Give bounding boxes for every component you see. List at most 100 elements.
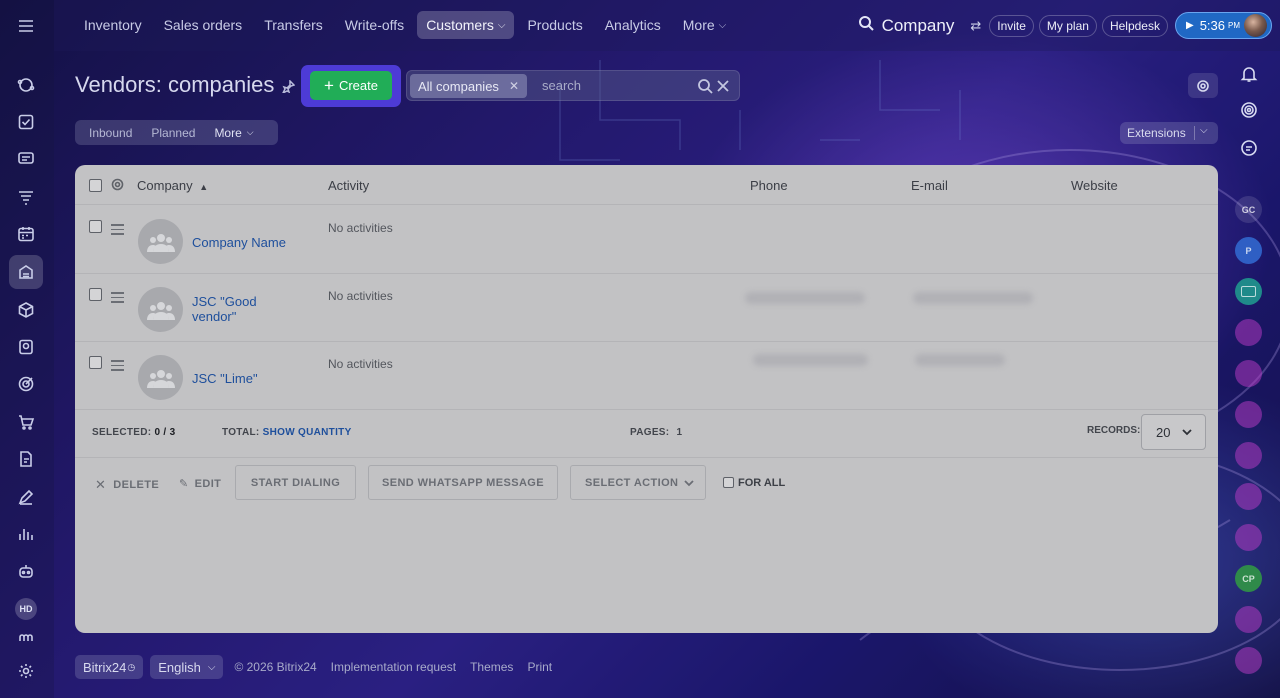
pin-icon[interactable] [281, 79, 296, 98]
row-checkbox[interactable] [89, 220, 102, 233]
sidebar-item-activity-stream[interactable] [9, 68, 43, 102]
nav-inventory[interactable]: Inventory [75, 11, 151, 39]
table-row[interactable]: JSC "Lime" No activities [75, 342, 1218, 410]
start-dialing-button[interactable]: START DIALING [235, 465, 356, 500]
records-label: RECORDS: [1087, 425, 1141, 436]
switch-icon[interactable]: ⇄ [970, 18, 981, 34]
right-avatar-4[interactable] [1235, 319, 1262, 346]
messenger-button[interactable] [1236, 135, 1262, 161]
notifications-button[interactable] [1236, 61, 1262, 87]
company-name-link[interactable]: Company Name [192, 235, 302, 250]
right-avatar-6[interactable] [1235, 401, 1262, 428]
chevron-down-icon: ⌵ [497, 19, 506, 31]
sidebar-item-inventory[interactable] [9, 255, 43, 289]
column-company[interactable]: Company ▲ [137, 178, 208, 193]
sidebar-item-crm-funnel[interactable] [9, 180, 43, 214]
implementation-request-link[interactable]: Implementation request [331, 660, 456, 674]
sidebar-item-sites[interactable] [9, 330, 43, 364]
chevron-down-icon: ⌵ [246, 127, 254, 137]
hd-badge: HD [15, 598, 37, 620]
tab-planned[interactable]: Planned [151, 126, 195, 140]
column-website[interactable]: Website [1071, 178, 1118, 193]
sidebar-item-shop[interactable] [9, 405, 43, 439]
right-avatar-11[interactable] [1235, 647, 1262, 674]
copilot-button[interactable] [1236, 97, 1262, 123]
edit-button[interactable]: ✎ EDIT [179, 477, 221, 491]
delete-button[interactable]: ✕ DELETE [95, 477, 159, 493]
activity-status: No activities [328, 221, 393, 235]
nav-analytics[interactable]: Analytics [596, 11, 670, 39]
sidebar-item-helpdesk[interactable]: HD [9, 592, 43, 626]
clear-icon[interactable] [715, 78, 731, 99]
nav-sales-orders[interactable]: Sales orders [155, 11, 252, 39]
drag-handle-icon[interactable] [111, 224, 124, 238]
right-avatar-cp[interactable]: CP [1235, 565, 1262, 592]
invite-button[interactable]: Invite [989, 14, 1034, 37]
select-action-dropdown[interactable]: SELECT ACTION [570, 465, 706, 500]
filter-tag-all-companies[interactable]: All companies ✕ [410, 74, 527, 98]
column-phone[interactable]: Phone [750, 178, 788, 193]
table-row[interactable]: JSC "Good vendor" No activities [75, 274, 1218, 342]
nav-more[interactable]: More ⌵ [674, 11, 736, 39]
nav-products[interactable]: Products [518, 11, 591, 39]
worktime-button[interactable]: ▶ 5:36 PM [1174, 12, 1272, 39]
themes-link[interactable]: Themes [470, 660, 513, 674]
select-all-checkbox[interactable] [89, 179, 102, 192]
sidebar-item-documents[interactable] [9, 442, 43, 476]
send-whatsapp-button[interactable]: SEND WHATSAPP MESSAGE [368, 465, 558, 500]
column-email[interactable]: E-mail [911, 178, 948, 193]
bitrix24-button[interactable]: Bitrix24 ◷ [75, 655, 144, 679]
nav-transfers[interactable]: Transfers [255, 11, 332, 39]
helpdesk-button[interactable]: Helpdesk [1101, 14, 1168, 37]
sidebar-item-calendar[interactable] [9, 217, 43, 251]
sidebar-item-analytics[interactable] [9, 517, 43, 551]
company-name-link[interactable]: JSC "Lime" [192, 371, 302, 386]
print-link[interactable]: Print [527, 660, 552, 674]
avatar[interactable] [1244, 14, 1267, 37]
robot-icon [19, 565, 33, 578]
right-avatar-7[interactable] [1235, 442, 1262, 469]
search-icon[interactable] [697, 78, 713, 99]
right-avatar-5[interactable] [1235, 360, 1262, 387]
right-avatar-3[interactable] [1235, 278, 1262, 305]
show-quantity-link[interactable]: SHOW QUANTITY [263, 427, 352, 438]
my-plan-button[interactable]: My plan [1038, 14, 1097, 37]
document-edit-icon [20, 451, 32, 467]
sidebar-settings-button[interactable] [9, 654, 43, 688]
drag-handle-icon[interactable] [111, 292, 124, 306]
table-row[interactable]: Company Name No activities [75, 206, 1218, 274]
right-avatar-2[interactable]: P [1235, 237, 1262, 264]
nav-write-offs[interactable]: Write-offs [336, 11, 413, 39]
language-select[interactable]: English ⌵ [150, 655, 224, 679]
row-checkbox[interactable] [89, 356, 102, 369]
sidebar-item-tasks[interactable] [9, 105, 43, 139]
sidebar-item-products[interactable] [9, 293, 43, 327]
gear-icon[interactable] [111, 178, 124, 196]
right-avatar-10[interactable] [1235, 606, 1262, 633]
for-all-checkbox[interactable] [723, 477, 734, 488]
sidebar-item-chat[interactable] [9, 142, 43, 176]
sidebar-item-sign[interactable] [9, 480, 43, 514]
tab-more[interactable]: More ⌵ [214, 126, 253, 140]
right-avatar-8[interactable] [1235, 483, 1262, 510]
page-settings-button[interactable] [1188, 73, 1218, 98]
sidebar-item-more[interactable] [9, 630, 43, 646]
sidebar-item-copilot[interactable] [9, 554, 43, 588]
right-avatar-9[interactable] [1235, 524, 1262, 551]
menu-toggle-button[interactable] [9, 9, 43, 43]
search-icon[interactable] [858, 15, 874, 36]
drag-handle-icon[interactable] [111, 360, 124, 374]
nav-customers[interactable]: Customers ⌵ [417, 11, 515, 39]
close-icon[interactable]: ✕ [509, 79, 519, 93]
chevron-down-icon[interactable]: ⌵ [1200, 125, 1208, 136]
company-name-link[interactable]: JSC "Good vendor" [192, 294, 272, 324]
sidebar-item-marketing[interactable] [9, 367, 43, 401]
row-checkbox[interactable] [89, 288, 102, 301]
spiral-icon [1241, 102, 1257, 118]
search-input[interactable] [542, 78, 682, 93]
right-avatar-1[interactable]: GC [1235, 196, 1262, 223]
tab-inbound[interactable]: Inbound [89, 126, 132, 140]
create-button[interactable]: + Create [310, 71, 392, 100]
records-per-page-select[interactable]: 20 [1141, 414, 1206, 450]
column-activity[interactable]: Activity [328, 178, 369, 193]
